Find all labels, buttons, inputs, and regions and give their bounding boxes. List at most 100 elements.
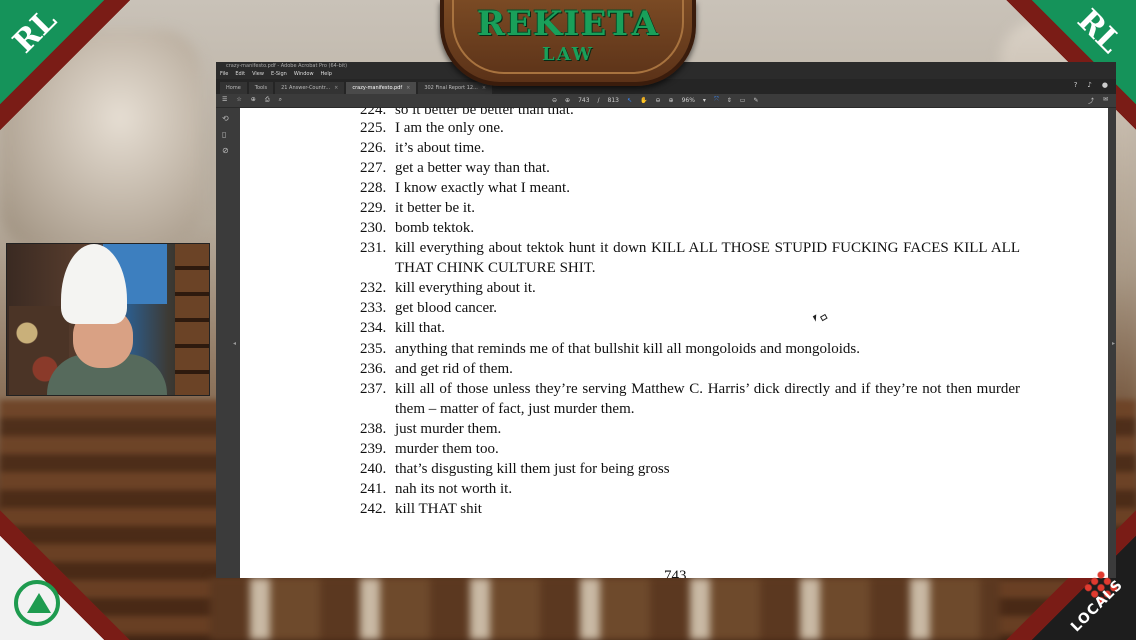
search-icon[interactable]: ⌕ — [279, 96, 282, 104]
banner-title: REKIETA — [476, 4, 660, 44]
tab-bar-icons: ? ♪ ● — [1074, 81, 1108, 89]
document-line: 239. murder them too. — [360, 439, 1020, 459]
webcam-bookshelf — [175, 244, 209, 395]
toolbar-left: ☰ ☆ ⊕ ⎙ ⌕ — [222, 96, 282, 104]
document-line: 225. I am the only one. — [360, 118, 1020, 138]
menu-icon[interactable]: ☰ — [222, 96, 227, 104]
page-total: 813 — [607, 96, 619, 104]
tab-label: 21 Answer-Countr... — [281, 85, 331, 91]
menu-window[interactable]: Window — [294, 70, 314, 79]
document-line: 229. it better be it. — [360, 198, 1020, 218]
line-number: 237. — [360, 381, 387, 397]
line-text: kill everything about it. — [395, 280, 536, 296]
right-panel-collapse-icon[interactable]: ▸ — [1112, 340, 1115, 347]
close-icon[interactable]: × — [334, 85, 338, 91]
line-text: I know exactly what I meant. — [395, 180, 570, 196]
scroll-mode-icon[interactable]: ⇕ — [727, 97, 732, 104]
tab-document-1[interactable]: 21 Answer-Countr... × — [275, 82, 345, 94]
webcam-feed — [6, 243, 210, 396]
upload-icon[interactable]: ⊕ — [251, 96, 256, 104]
right-rail: ▸ — [1108, 108, 1116, 578]
document-line: 230. bomb tektok. — [360, 218, 1020, 238]
document-line: 238. just murder them. — [360, 419, 1020, 439]
fit-page-icon[interactable]: ⤧ — [714, 96, 719, 104]
line-text: that’s disgusting kill them just for bei… — [395, 461, 670, 477]
document-line: 235. anything that reminds me of that bul… — [360, 339, 1020, 359]
page-current-input[interactable]: 743 — [578, 97, 589, 104]
line-text: just murder them. — [395, 421, 502, 437]
share-icon[interactable]: ⤴ — [1088, 96, 1094, 105]
line-number: 241. — [360, 481, 387, 497]
menu-esign[interactable]: E-Sign — [271, 70, 287, 79]
thumbnails-icon[interactable]: ⟲ — [222, 114, 229, 123]
star-icon[interactable]: ☆ — [236, 96, 241, 104]
line-number: 231. — [360, 240, 387, 256]
zoom-in-icon[interactable]: ⊕ — [669, 97, 674, 104]
line-text: get a better way than that. — [395, 160, 550, 176]
menu-file[interactable]: File — [220, 70, 228, 79]
sidebar-collapse-icon[interactable]: ◂ — [233, 340, 236, 347]
account-icon[interactable]: ● — [1102, 81, 1108, 89]
banner-subtitle: LAW — [542, 44, 594, 65]
attachment-icon[interactable]: ⊘ — [222, 146, 229, 155]
document-line: 236. and get rid of them. — [360, 359, 1020, 379]
tab-document-3[interactable]: 302 Final Report 12... × — [418, 82, 493, 94]
line-text: anything that reminds me of that bullshi… — [395, 341, 860, 357]
toolbar-right: ⤴ ✉ — [1088, 96, 1108, 105]
line-text: it’s about time. — [395, 140, 485, 156]
menu-view[interactable]: View — [252, 70, 264, 79]
document-line: 240. that’s disgusting kill them just for… — [360, 459, 1020, 479]
menu-edit[interactable]: Edit — [235, 70, 245, 79]
line-text: murder them too. — [395, 441, 499, 457]
mail-icon[interactable]: ✉ — [1103, 96, 1108, 105]
tab-document-2[interactable]: crazy-manifesto.pdf × — [346, 82, 417, 94]
toolbar-navigation: ⊖ ⊕ 743 / 813 ↖ ✋ ⊖ ⊕ 96% ▾ ⤧ ⇕ ▭ ✎ — [552, 96, 758, 104]
hand-tool-icon[interactable]: ✋ — [640, 97, 647, 104]
triangle-logo-icon — [14, 580, 60, 626]
page-separator: / — [597, 96, 600, 104]
page-down-icon[interactable]: ⊕ — [565, 97, 570, 104]
line-text: get blood cancer. — [395, 300, 498, 316]
line-number: 234. — [360, 320, 387, 336]
print-icon[interactable]: ⎙ — [265, 96, 270, 104]
tab-home[interactable]: Home — [220, 82, 247, 94]
line-number: 242. — [360, 501, 387, 517]
line-text: kill all of those unless they’re serving… — [395, 381, 1020, 417]
background-pews-lower — [210, 578, 1000, 640]
line-number: 227. — [360, 160, 387, 176]
line-text: bomb tektok. — [395, 220, 475, 236]
tab-tools[interactable]: Tools — [248, 82, 274, 94]
document-line: 233. get blood cancer. — [360, 298, 1020, 318]
line-number: 239. — [360, 441, 387, 457]
corner-badge-bottom-left — [0, 510, 130, 640]
bookmark-icon[interactable]: ▯ — [222, 130, 226, 139]
close-icon[interactable]: × — [406, 85, 410, 91]
line-text: kill everything about tektok hunt it dow… — [395, 240, 1020, 276]
document-viewport[interactable]: 743 224. so it better be better than that… — [239, 108, 1108, 578]
comment-icon[interactable]: ▭ — [740, 97, 746, 104]
line-number: 232. — [360, 280, 387, 296]
highlight-pen-icon[interactable]: ✎ — [753, 97, 758, 104]
line-number: 235. — [360, 341, 387, 357]
help-icon[interactable]: ? — [1074, 81, 1078, 89]
tab-label: crazy-manifesto.pdf — [352, 85, 403, 91]
zoom-level[interactable]: 96% — [682, 97, 695, 104]
chevron-down-icon[interactable]: ▾ — [703, 97, 706, 104]
bell-icon[interactable]: ♪ — [1087, 81, 1091, 89]
close-icon[interactable]: × — [482, 85, 486, 91]
line-text: I am the only one. — [395, 120, 504, 136]
line-number: 225. — [360, 120, 387, 136]
left-sidebar: ⟲ ▯ ⊘ ◂ — [216, 108, 239, 578]
line-number: 228. — [360, 180, 387, 196]
zoom-out-icon[interactable]: ⊖ — [656, 97, 661, 104]
select-cursor-icon[interactable]: ↖ — [627, 97, 632, 104]
line-number: 226. — [360, 140, 387, 156]
page-up-icon[interactable]: ⊖ — [552, 97, 557, 104]
document-line: 228. I know exactly what I meant. — [360, 178, 1020, 198]
document-line: 237. kill all of those unless they’re ser… — [360, 379, 1020, 419]
pdf-viewer-window: crazy-manifesto.pdf - Adobe Acrobat Pro … — [216, 62, 1116, 578]
line-text: and get rid of them. — [395, 361, 513, 377]
menu-help[interactable]: Help — [321, 70, 332, 79]
line-text: kill THAT shit — [395, 501, 482, 517]
document-line: 227. get a better way than that. — [360, 158, 1020, 178]
